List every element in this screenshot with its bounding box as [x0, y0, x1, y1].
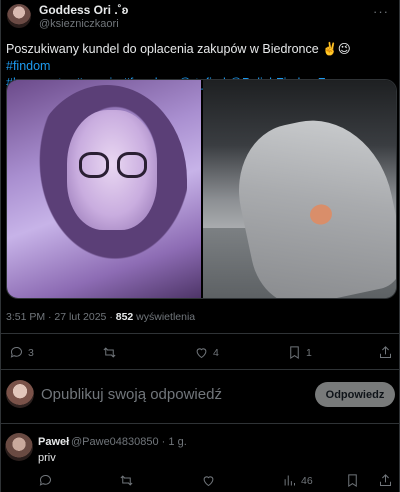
author-handle[interactable]: @ksiezniczkaori	[39, 18, 119, 30]
reply-submit-button[interactable]: Odpowiedz	[315, 382, 395, 407]
sock-photo[interactable]	[203, 80, 396, 298]
reply-text: priv	[38, 452, 56, 464]
reply-actions: 46	[1, 473, 400, 492]
author-avatar[interactable]	[7, 4, 31, 28]
view-count-label: wyświetlenia	[133, 311, 196, 323]
photo-glasses-shape	[79, 152, 149, 178]
reply-author-handle[interactable]: @Pawe04830850 · 1 g.	[71, 436, 187, 448]
reply-share-button[interactable]	[378, 473, 393, 488]
retweet-icon	[103, 347, 116, 358]
reply-icon	[39, 475, 51, 486]
bookmark-icon	[348, 474, 357, 488]
photo-sock-hole	[308, 202, 334, 227]
reply-count: 3	[28, 346, 34, 359]
reply-author-name[interactable]: Paweł	[38, 436, 69, 448]
tweet-timestamp[interactable]: 3:51 PM · 27 lut 2025 ·	[6, 311, 116, 323]
like-count: 4	[213, 346, 219, 359]
tweet-text-body: Poszukiwany kundel do oplacenia zakupów …	[6, 42, 351, 56]
tweet-media	[6, 79, 397, 299]
divider	[1, 333, 400, 334]
reply-author-avatar[interactable]	[5, 433, 33, 461]
more-options-icon[interactable]: ···	[373, 4, 389, 19]
tweet-meta: 3:51 PM · 27 lut 2025 · 852 wyświetlenia	[6, 311, 195, 323]
author-name[interactable]: Goddess Ori .˚ʚ	[39, 3, 129, 17]
view-count: 852	[115, 311, 134, 323]
reply-bookmark-button[interactable]	[345, 473, 360, 488]
reply-reply-button[interactable]	[38, 473, 53, 488]
reply-icon	[10, 347, 22, 358]
user-avatar	[6, 380, 34, 408]
bookmark-count: 1	[306, 346, 312, 359]
reply-retweet-button[interactable]	[119, 473, 134, 488]
share-button[interactable]	[378, 345, 393, 360]
retweet-icon	[120, 475, 133, 486]
tweet-actions: 3 4 1	[1, 345, 400, 365]
bookmark-button[interactable]: 1	[287, 345, 312, 360]
divider	[1, 423, 400, 424]
retweet-button[interactable]	[102, 345, 121, 360]
reply-input[interactable]: Opublikuj swoją odpowiedź	[41, 386, 222, 403]
like-button[interactable]: 4	[194, 345, 219, 360]
selfie-photo[interactable]	[7, 80, 201, 298]
analytics-icon	[284, 475, 295, 486]
share-icon	[380, 474, 391, 486]
reply-views-button[interactable]: 46	[282, 473, 313, 488]
reply-like-button[interactable]	[201, 473, 216, 488]
divider	[1, 369, 400, 370]
hashtag-link[interactable]: #findom	[6, 59, 50, 73]
reply-view-count: 46	[301, 474, 313, 487]
heart-icon	[203, 476, 214, 487]
reply-button[interactable]: 3	[9, 345, 34, 360]
heart-icon	[196, 348, 207, 359]
bookmark-icon	[290, 346, 299, 360]
tweet-detail-view: Goddess Ori .˚ʚ @ksiezniczkaori ··· Posz…	[0, 0, 400, 492]
share-icon	[380, 346, 391, 358]
